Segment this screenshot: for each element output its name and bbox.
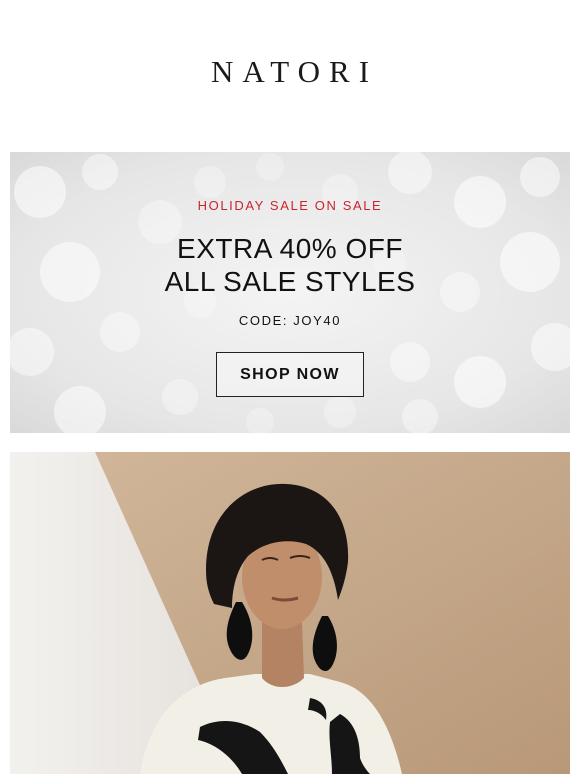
header: NATORI (0, 0, 580, 152)
promo-eyebrow: HOLIDAY SALE ON SALE (197, 198, 383, 213)
headline-line-2: ALL SALE STYLES (164, 266, 416, 297)
promo-code: CODE: JOY40 (238, 313, 342, 328)
promo-content: HOLIDAY SALE ON SALE EXTRA 40% OFF ALL S… (10, 152, 570, 433)
model-photo[interactable] (10, 452, 570, 774)
promo-banner[interactable]: HOLIDAY SALE ON SALE EXTRA 40% OFF ALL S… (10, 152, 570, 433)
shop-now-button[interactable]: SHOP NOW (216, 352, 364, 397)
headline-line-1: EXTRA 40% OFF (177, 233, 403, 264)
natori-logo[interactable]: NATORI (202, 54, 378, 90)
promo-headline: EXTRA 40% OFF ALL SALE STYLES (10, 232, 570, 298)
model-photo-image (10, 452, 570, 774)
